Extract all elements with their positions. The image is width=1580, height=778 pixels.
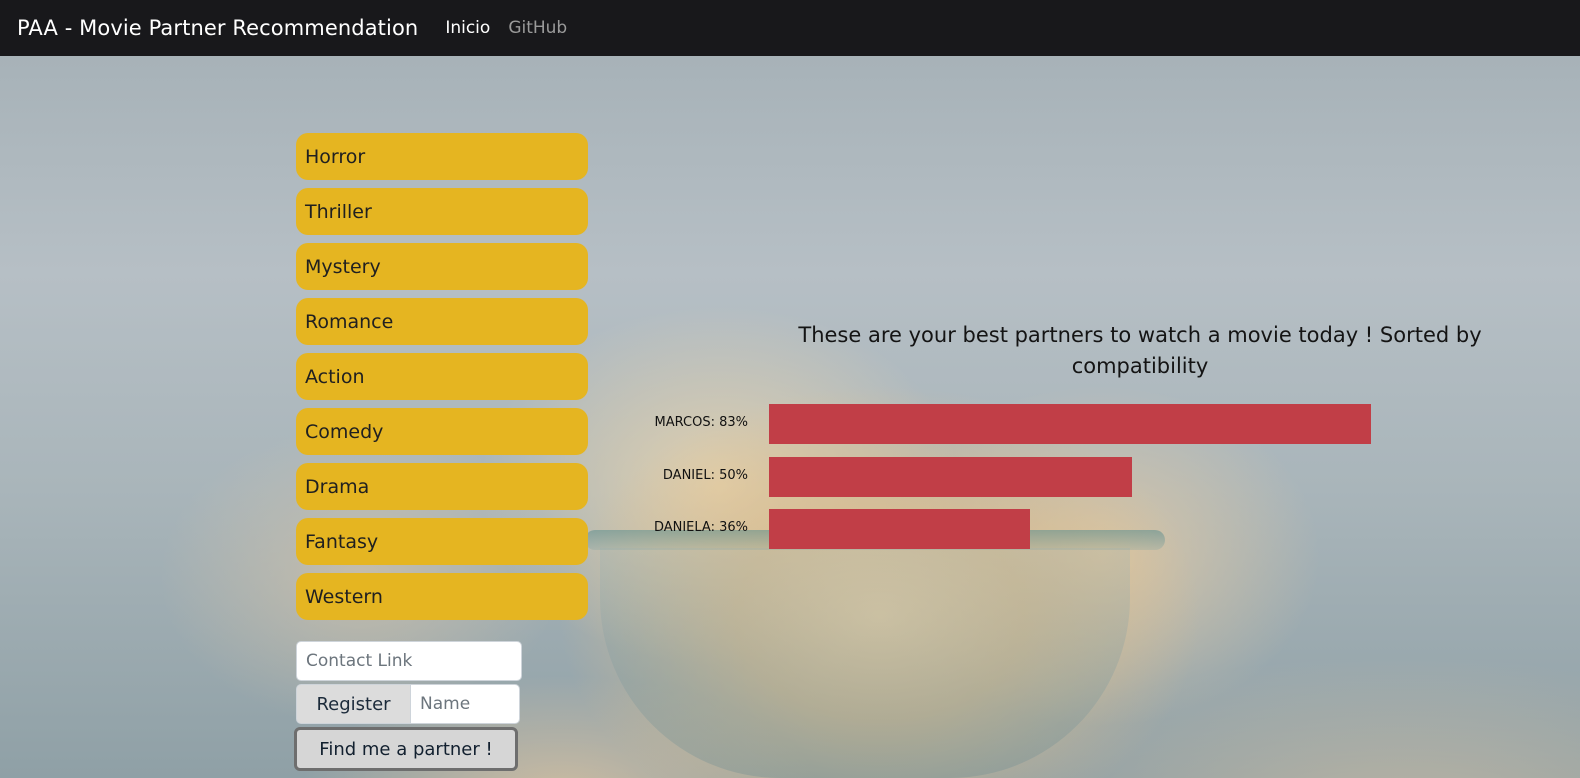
background-bowl	[600, 548, 1130, 778]
bar-daniel	[769, 456, 1132, 497]
results-title: These are your best partners to watch a …	[798, 323, 1482, 378]
bar-marcos	[769, 404, 1371, 444]
genre-button-drama[interactable]: Drama	[296, 463, 588, 510]
register-input-group: Register	[296, 684, 520, 724]
genre-button-action[interactable]: Action	[296, 353, 588, 400]
bar-label: DANIEL: 50%	[662, 467, 748, 483]
genre-button-horror[interactable]: Horror	[296, 133, 588, 180]
navbar: PAA - Movie Partner Recommendation Inici…	[0, 0, 1580, 56]
compatibility-chart: MARCOS: 83% DANIEL: 50% DANIELA: 36%	[620, 404, 1520, 564]
genre-button-romance[interactable]: Romance	[296, 298, 588, 345]
bar-row: DANIELA: 36%	[620, 509, 1520, 549]
bar-daniela	[769, 509, 1030, 549]
genre-button-fantasy[interactable]: Fantasy	[296, 518, 588, 565]
contact-link-input[interactable]	[296, 641, 522, 681]
bar-label: MARCOS: 83%	[654, 415, 748, 430]
bar-row: MARCOS: 83%	[620, 404, 1520, 444]
name-input[interactable]	[410, 684, 520, 724]
bar-label: DANIELA: 36%	[653, 520, 748, 535]
nav-link-inicio[interactable]: Inicio	[445, 18, 490, 38]
genre-button-thriller[interactable]: Thriller	[296, 188, 588, 235]
brand-title[interactable]: PAA - Movie Partner Recommendation	[17, 16, 418, 40]
find-partner-button[interactable]: Find me a partner !	[294, 727, 518, 771]
genre-button-mystery[interactable]: Mystery	[296, 243, 588, 290]
genre-button-list: Horror Thriller Mystery Romance Action C…	[296, 133, 588, 628]
genre-button-comedy[interactable]: Comedy	[296, 408, 588, 455]
register-button[interactable]: Register	[296, 684, 410, 724]
nav-link-github[interactable]: GitHub	[508, 18, 567, 38]
bar-row: DANIEL: 50%	[620, 456, 1520, 497]
genre-button-western[interactable]: Western	[296, 573, 588, 620]
